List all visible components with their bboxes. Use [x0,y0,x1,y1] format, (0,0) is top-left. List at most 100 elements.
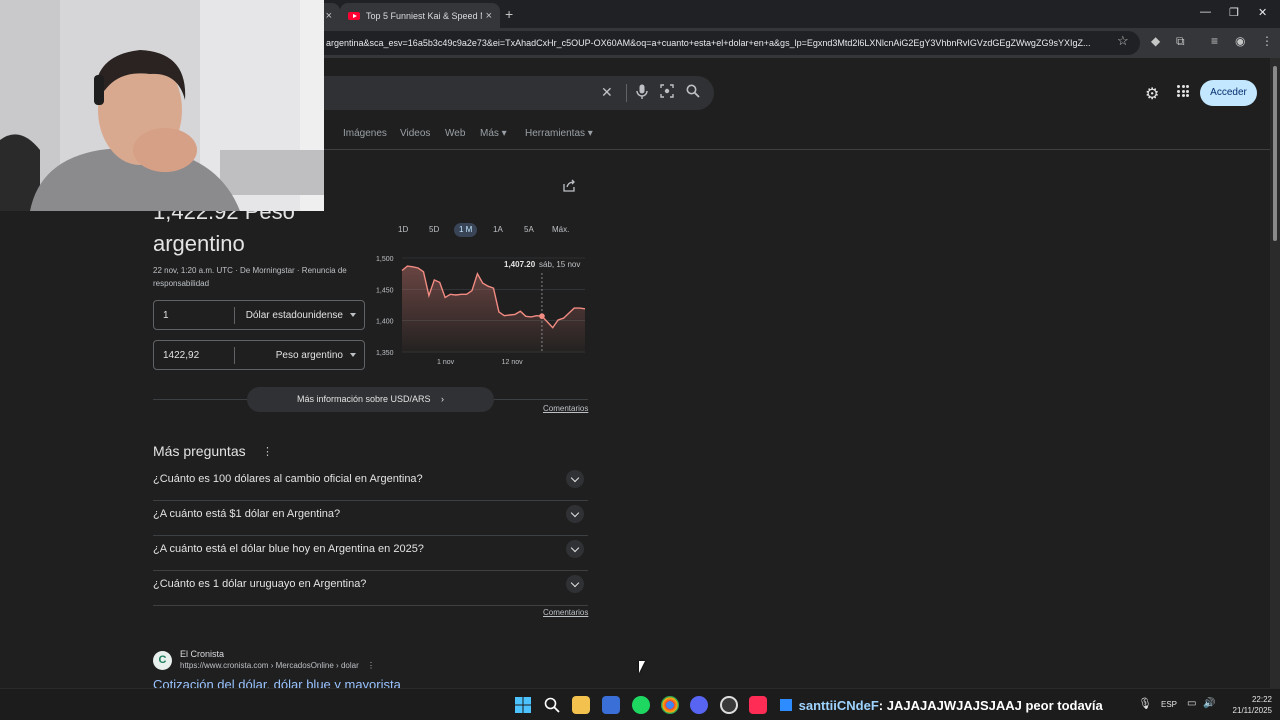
chart-data-point [418,267,419,268]
exchange-rate-chart[interactable]: 1,500 1,450 1,400 1,350 1 nov 12 nov 1,407.2… [372,253,590,373]
chevron-down-icon[interactable] [566,470,584,488]
x-tick-label: 12 nov [502,359,524,366]
more-options-icon[interactable]: ⋮ [367,661,375,670]
close-window-icon[interactable]: ✕ [1258,6,1267,19]
feedback-link[interactable]: Comentarios [543,404,588,413]
page-scrollbar[interactable] [1270,58,1280,688]
feedback-link[interactable]: Comentarios [543,608,588,617]
filter-web[interactable]: Web [445,128,465,139]
media-icon[interactable]: ≡ [1211,34,1218,48]
dropdown-caret-icon [350,353,356,357]
range-1a[interactable]: 1A [493,223,503,237]
range-5a[interactable]: 5A [524,223,534,237]
site-favicon: C [153,651,172,670]
chart-tooltip-date: sáb, 15 nov [539,260,580,269]
mic-icon[interactable] [636,84,648,102]
range-1m[interactable]: 1 M [454,223,478,237]
rate-source-meta: 22 nov, 1:20 a.m. UTC · De Morningstar ·… [153,266,347,288]
chart-data-point [536,315,537,316]
mouse-cursor [639,661,645,673]
new-tab-button[interactable]: + [505,6,513,22]
file-explorer-icon[interactable] [572,696,590,714]
menu-icon[interactable]: ⋮ [1261,34,1273,48]
result-site-url[interactable]: https://www.cronista.com › MercadosOnlin… [180,661,375,670]
spotify-icon[interactable] [632,696,650,714]
search-box[interactable]: ✕ [270,76,714,110]
from-currency-field[interactable]: 1 Dólar estadounidense [153,300,365,330]
profile-icon[interactable]: ◉ [1235,34,1245,48]
question-item[interactable]: ¿A cuánto está el dólar blue hoy en Arge… [153,536,588,571]
result-site-name[interactable]: El Cronista [180,649,224,659]
close-tab-icon[interactable]: × [486,10,492,22]
more-info-label: Más información sobre USD/ARS [296,394,431,404]
more-options-icon[interactable]: ⋮ [262,445,273,458]
discord-icon[interactable] [690,696,708,714]
chart-data-point [552,327,553,328]
result-currency: argentino [153,231,245,256]
search-icon[interactable] [686,84,700,101]
settings-gear-icon[interactable]: ⚙ [1145,84,1159,104]
filter-videos[interactable]: Videos [400,128,430,139]
volume-icon[interactable]: 🔊 [1203,698,1215,709]
to-currency-field[interactable]: 1422,92 Peso argentino [153,340,365,370]
chart-data-point [423,271,424,272]
range-1d[interactable]: 1D [398,223,408,237]
mic-icon[interactable]: 🎙 [1138,697,1152,710]
to-currency-select[interactable]: Peso argentino [276,350,343,361]
clear-icon[interactable]: ✕ [601,84,613,101]
chart-data-point [461,294,462,295]
to-amount-input[interactable]: 1422,92 [163,350,199,361]
people-also-ask-title: Más preguntas [153,443,246,459]
chat-badge-icon [780,699,792,711]
tiktok-icon[interactable] [749,696,767,714]
language-indicator[interactable]: ESP [1161,700,1177,709]
lens-icon[interactable] [660,84,674,101]
share-icon[interactable] [563,179,576,195]
extension-icon[interactable]: ◆ [1151,34,1160,48]
webcam-overlay [0,0,324,211]
chart-data-point [488,286,489,287]
chat-message: : JAJAJAJWJAJSJAAJ peor todavía [878,698,1103,713]
puzzle-icon[interactable]: ⧉ [1176,34,1185,49]
chevron-down-icon[interactable] [566,575,584,593]
google-apps-icon[interactable] [1177,85,1189,97]
from-amount-input[interactable]: 1 [163,310,169,321]
question-text: ¿A cuánto está el dólar blue hoy en Arge… [153,543,424,555]
windows-start-icon[interactable] [514,696,532,714]
close-tab-icon[interactable]: × [326,10,332,22]
store-icon[interactable] [602,696,620,714]
app-icon[interactable] [720,696,738,714]
chart-data-point [401,270,402,271]
question-item[interactable]: ¿Cuánto es 100 dólares al cambio oficial… [153,466,588,501]
stream-chat-overlay: santtiiCNdeF: JAJAJAJWJAJSJAAJ peor toda… [780,698,1103,713]
sign-in-button[interactable]: Acceder [1200,80,1257,106]
bookmark-star-icon[interactable]: ☆ [1117,33,1129,49]
chart-data-point [428,295,429,296]
filter-more[interactable]: Más ▾ [480,128,507,139]
y-tick-label: 1,500 [376,256,394,263]
range-max[interactable]: Máx. [552,223,569,237]
network-icon[interactable]: ▭ [1187,698,1196,709]
chart-data-point [504,315,505,316]
chrome-icon[interactable] [661,696,679,714]
minimize-icon[interactable]: — [1200,6,1211,18]
chart-range-selector: 1D 5D 1 M 1A 5A Máx. [390,223,585,237]
scrollbar-thumb[interactable] [1273,66,1277,241]
system-clock[interactable]: 22:22 21/11/2025 [1222,694,1272,716]
search-icon[interactable] [543,696,561,714]
browser-tab-youtube[interactable]: Top 5 Funniest Kai & Speed Mo × [340,3,500,28]
chart-data-point [557,319,558,320]
more-info-button[interactable]: Más información sobre USD/ARS › [247,387,494,412]
question-item[interactable]: ¿Cuánto es 1 dólar uruguayo en Argentina… [153,571,588,606]
chevron-down-icon[interactable] [566,505,584,523]
restore-icon[interactable]: ❐ [1229,6,1239,19]
x-tick-label: 1 nov [437,359,455,366]
filter-tools[interactable]: Herramientas ▾ [525,128,593,139]
range-5d[interactable]: 5D [429,223,439,237]
filter-images[interactable]: Imágenes [343,128,387,139]
chevron-down-icon[interactable] [566,540,584,558]
from-currency-select[interactable]: Dólar estadounidense [246,310,343,321]
chart-data-point [444,297,445,298]
question-item[interactable]: ¿A cuánto está $1 dólar en Argentina? [153,501,588,536]
address-bar[interactable]: argentina&sca_esv=16a5b3c49c9a2e73&ei=Tx… [300,31,1140,55]
